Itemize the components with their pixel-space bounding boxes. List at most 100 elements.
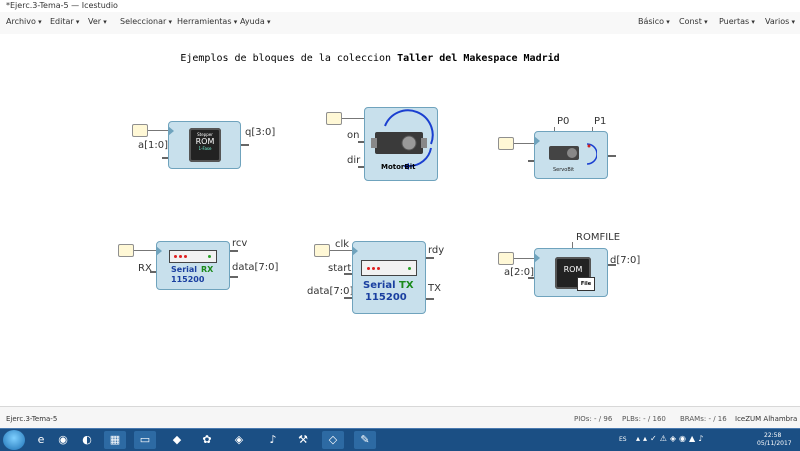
menu-varios[interactable]: Varios — [765, 17, 795, 26]
servo-icon — [549, 146, 579, 160]
port-label-tx: TX — [428, 283, 441, 294]
input-port-on[interactable] — [326, 112, 342, 125]
motorbit-block[interactable]: MotorBit — [364, 107, 438, 181]
param-label-p1: P1 — [594, 116, 607, 127]
serial-device-icon — [169, 250, 217, 263]
heading-bold: Taller del Makespace Madrid — [397, 53, 560, 64]
clock-marker — [352, 246, 358, 256]
wire — [342, 118, 364, 119]
baud-label: 115200 — [365, 292, 407, 303]
tray-icons[interactable]: ▴▴✓⚠◈◉▲♪ — [636, 434, 706, 443]
rom-file-block[interactable]: ROM File — [534, 248, 608, 297]
input-port-servo[interactable] — [498, 137, 514, 150]
clock-marker — [168, 126, 174, 136]
input-port-a[interactable] — [132, 124, 148, 137]
port-label-d: d[7:0] — [610, 255, 641, 266]
rom-chip-title: ROM — [563, 265, 583, 274]
status-pios: PIOs: - / 96 — [574, 415, 613, 423]
paint-icon[interactable]: ✎ — [354, 431, 376, 449]
serial-label: Serial — [363, 280, 396, 291]
menu-bar: Archivo Editar Ver Seleccionar Herramien… — [0, 12, 800, 35]
chip-title: ROM — [195, 137, 215, 146]
stepper-rom-block[interactable]: Stepper ROM 1-Fase — [168, 121, 241, 169]
menu-ayuda[interactable]: Ayuda — [240, 17, 270, 26]
port-label-data-in: data[7:0] — [307, 286, 354, 297]
port-stub — [344, 273, 352, 275]
heading-text: Ejemplos de bloques de la coleccion — [180, 53, 398, 64]
menu-editar[interactable]: Editar — [50, 17, 79, 26]
window-title: *Ejerc.3-Tema-5 — Icestudio — [6, 1, 118, 10]
canvas-heading: Ejemplos de bloques de la coleccion Tall… — [0, 53, 740, 64]
menu-const[interactable]: Const — [679, 17, 708, 26]
input-port-rom[interactable] — [498, 252, 514, 265]
port-stub — [426, 257, 434, 259]
port-label-a: a[1:0] — [138, 140, 169, 151]
geany-icon[interactable]: ◈ — [228, 431, 250, 449]
clock-marker — [156, 246, 162, 256]
rotation-arrow-icon — [586, 143, 597, 165]
servobit-label: ServoBit — [553, 167, 575, 173]
port-label-clk: clk — [335, 239, 350, 250]
param-label-p0: P0 — [557, 116, 570, 127]
status-bar: Ejerc.3-Tema-5 PIOs: - / 96 PLBs: - / 16… — [0, 406, 800, 429]
wire — [514, 143, 536, 144]
language-indicator[interactable]: ES — [619, 436, 627, 443]
status-filename: Ejerc.3-Tema-5 — [6, 415, 58, 423]
wire — [514, 258, 536, 259]
menu-archivo[interactable]: Archivo — [6, 17, 42, 26]
clock-marker — [534, 136, 540, 146]
title-bar: *Ejerc.3-Tema-5 — Icestudio — [0, 0, 800, 12]
file-badge-icon: File — [577, 277, 595, 291]
menu-herramientas[interactable]: Herramientas — [177, 17, 237, 26]
input-port-rx[interactable] — [118, 244, 134, 257]
motorbit-label: MotorBit — [381, 163, 416, 171]
usb-icon[interactable]: ♪ — [262, 431, 284, 449]
menu-ver[interactable]: Ver — [88, 17, 107, 26]
control-panel-icon[interactable]: ▦ — [104, 431, 126, 449]
clock-time[interactable]: 22:58 — [764, 432, 781, 439]
serial-tx-block[interactable]: Serial TX 115200 — [352, 241, 426, 314]
firefox-icon[interactable]: ◐ — [76, 431, 98, 449]
rom-chip-icon: Stepper ROM 1-Fase — [189, 128, 221, 162]
wire — [148, 130, 170, 131]
design-canvas[interactable] — [0, 34, 800, 406]
wire — [330, 250, 352, 251]
icestudio-icon[interactable]: ◇ — [322, 431, 344, 449]
port-label-q: q[3:0] — [245, 127, 276, 138]
serial-label: Serial — [171, 265, 198, 274]
input-port-clk[interactable] — [314, 244, 330, 257]
menu-seleccionar[interactable]: Seleccionar — [120, 17, 172, 26]
port-stub — [230, 276, 238, 278]
taskbar: e ◉ ◐ ▦ ▭ ◆ ✿ ◈ ♪ ⚒ ◇ ✎ ES ▴▴✓⚠◈◉▲♪ 22:5… — [0, 428, 800, 451]
ie-icon[interactable]: e — [30, 431, 52, 449]
tools-icon[interactable]: ⚒ — [292, 431, 314, 449]
menu-puertas[interactable]: Puertas — [719, 17, 755, 26]
serial-rx-block[interactable]: Serial RX 115200 — [156, 241, 230, 290]
servobit-block[interactable]: ServoBit — [534, 131, 608, 179]
serial-device-icon — [361, 260, 417, 276]
port-label-on: on — [347, 130, 360, 141]
folder-icon[interactable]: ▭ — [134, 431, 156, 449]
port-stub — [241, 144, 249, 146]
rx-label: RX — [201, 265, 214, 274]
chrome-icon[interactable]: ◉ — [52, 431, 74, 449]
port-stub — [608, 155, 616, 157]
start-button[interactable] — [3, 430, 25, 450]
status-board[interactable]: IceZUM Alhambra — [735, 415, 797, 423]
settings-app-icon[interactable]: ✿ — [196, 431, 218, 449]
port-stub — [344, 297, 352, 299]
port-stub — [426, 298, 434, 300]
menu-basico[interactable]: Básico — [638, 17, 670, 26]
status-plbs: PLBs: - / 160 — [622, 415, 666, 423]
param-label-romfile: ROMFILE — [576, 232, 621, 243]
port-label-rcv: rcv — [232, 238, 248, 249]
clock-date[interactable]: 05/11/2017 — [757, 440, 792, 447]
chip-tag: 1-Fase — [198, 146, 212, 151]
baud-label: 115200 — [171, 275, 205, 284]
port-stub — [230, 250, 238, 252]
clock-marker — [534, 253, 540, 263]
wire — [134, 250, 156, 251]
inkscape-icon[interactable]: ◆ — [166, 431, 188, 449]
tx-label: TX — [399, 280, 414, 291]
port-label-rdy: rdy — [428, 245, 445, 256]
